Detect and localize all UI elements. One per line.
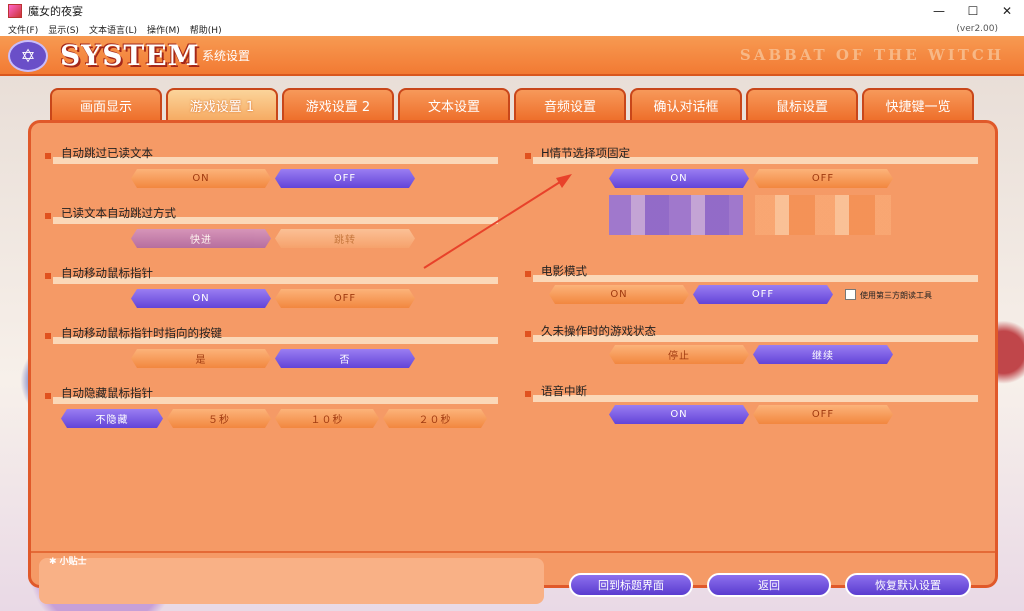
- movie-mode-on-button[interactable]: ON: [549, 285, 689, 304]
- system-subtitle: 系统设置: [202, 49, 251, 63]
- cursor-target-no-button[interactable]: 否: [275, 349, 415, 368]
- system-header: ✡ SYSTEM 系统设置 SABBAT OF THE WITCH: [0, 36, 1024, 76]
- idle-continue-button[interactable]: 继续: [753, 345, 893, 364]
- setting-cursor-target-key: 自动移动鼠标指针时指向的按键 是 否: [45, 326, 498, 377]
- hide-cursor-5s-button[interactable]: ５秒: [167, 409, 271, 428]
- menubar: 文件(F) 显示(S) 文本语言(L) 操作(M) 帮助(H) (ver2.00…: [0, 22, 1024, 36]
- auto-move-cursor-off-button[interactable]: OFF: [275, 289, 415, 308]
- setting-label: 自动隐藏鼠标指针: [61, 386, 153, 400]
- game-area: ✡ SYSTEM 系统设置 SABBAT OF THE WITCH 画面显示 游…: [0, 36, 1024, 611]
- tab-text-settings[interactable]: 文本设置: [398, 88, 510, 120]
- bullet-icon: [525, 271, 531, 277]
- menu-file[interactable]: 文件(F): [8, 23, 38, 36]
- bullet-icon: [45, 153, 51, 159]
- app-icon: [8, 4, 22, 18]
- footer-divider: [31, 551, 995, 553]
- bullet-icon: [45, 213, 51, 219]
- tab-display[interactable]: 画面显示: [50, 88, 162, 120]
- settings-panel: 自动跳过已读文本 ON OFF 已读文本自动跳过方式 快进 跳转 自动移动鼠标指…: [28, 120, 998, 604]
- h-choice-off-button[interactable]: OFF: [753, 169, 893, 188]
- setting-label: 电影模式: [541, 264, 587, 278]
- window-title: 魔女的夜宴: [28, 5, 83, 18]
- bullet-icon: [525, 391, 531, 397]
- third-party-reader-label: 使用第三方朗读工具: [860, 291, 932, 300]
- h-choice-on-button[interactable]: ON: [609, 169, 749, 188]
- hide-cursor-20s-button[interactable]: ２０秒: [383, 409, 487, 428]
- tab-confirm-dialogs[interactable]: 确认对话框: [630, 88, 742, 120]
- tab-shortcut-list[interactable]: 快捷键一览: [862, 88, 974, 120]
- auto-skip-off-button[interactable]: OFF: [275, 169, 415, 188]
- voice-interrupt-on-button[interactable]: ON: [609, 405, 749, 424]
- setting-label: 自动跳过已读文本: [61, 146, 153, 160]
- menu-operation[interactable]: 操作(M): [147, 23, 180, 36]
- setting-auto-skip-read: 自动跳过已读文本 ON OFF: [45, 146, 498, 197]
- bullet-icon: [525, 153, 531, 159]
- section-underline: [533, 275, 978, 282]
- bullet-icon: [45, 393, 51, 399]
- settings-tabs: 画面显示 游戏设置 1 游戏设置 2 文本设置 音频设置 确认对话框 鼠标设置 …: [50, 88, 980, 120]
- window-titlebar: 魔女的夜宴 — ☐ ✕: [0, 0, 1024, 22]
- tips-label: ✱ 小贴士: [49, 557, 87, 567]
- return-to-title-button[interactable]: 回到标题界面: [569, 573, 693, 597]
- idle-stop-button[interactable]: 停止: [609, 345, 749, 364]
- setting-label: 语音中断: [541, 384, 587, 398]
- bullet-icon: [45, 273, 51, 279]
- setting-label: 久未操作时的游戏状态: [541, 324, 656, 338]
- pixelated-option-left: [609, 195, 743, 235]
- back-button[interactable]: 返回: [707, 573, 831, 597]
- maximize-button[interactable]: ☐: [956, 0, 990, 22]
- skip-fast-forward-button[interactable]: 快进: [131, 229, 271, 248]
- tab-game-settings-1[interactable]: 游戏设置 1: [166, 88, 278, 120]
- hide-cursor-10s-button[interactable]: １０秒: [275, 409, 379, 428]
- menu-text-language[interactable]: 文本语言(L): [89, 23, 137, 36]
- close-button[interactable]: ✕: [990, 0, 1024, 22]
- menu-help[interactable]: 帮助(H): [190, 23, 222, 36]
- bullet-icon: [525, 331, 531, 337]
- setting-label: H情节选择项固定: [541, 146, 631, 160]
- tab-game-settings-2[interactable]: 游戏设置 2: [282, 88, 394, 120]
- setting-movie-mode: 电影模式 ON OFF 使用第三方朗读工具: [525, 264, 978, 315]
- skip-jump-button[interactable]: 跳转: [275, 229, 415, 248]
- setting-idle-state: 久未操作时的游戏状态 停止 继续: [525, 324, 978, 375]
- setting-auto-hide-cursor: 自动隐藏鼠标指针 不隐藏 ５秒 １０秒 ２０秒: [45, 386, 498, 437]
- auto-move-cursor-on-button[interactable]: ON: [131, 289, 271, 308]
- section-underline: [533, 395, 978, 402]
- minimize-button[interactable]: —: [922, 0, 956, 22]
- setting-auto-move-cursor: 自动移动鼠标指针 ON OFF: [45, 266, 498, 317]
- setting-voice-interrupt: 语音中断 ON OFF: [525, 384, 978, 435]
- setting-label: 自动移动鼠标指针: [61, 266, 153, 280]
- tips-box: [39, 558, 544, 604]
- cursor-target-yes-button[interactable]: 是: [131, 349, 271, 368]
- setting-label: 已读文本自动跳过方式: [61, 206, 176, 220]
- pentagram-emblem-icon: ✡: [8, 40, 48, 72]
- tab-mouse-settings[interactable]: 鼠标设置: [746, 88, 858, 120]
- tab-audio-settings[interactable]: 音频设置: [514, 88, 626, 120]
- movie-mode-off-button[interactable]: OFF: [693, 285, 833, 304]
- system-logo: SYSTEM: [60, 39, 200, 72]
- voice-interrupt-off-button[interactable]: OFF: [753, 405, 893, 424]
- setting-skip-method: 已读文本自动跳过方式 快进 跳转: [45, 206, 498, 257]
- version-label: (ver2.00): [956, 24, 998, 34]
- setting-label: 自动移动鼠标指针时指向的按键: [61, 326, 222, 340]
- brand-watermark: SABBAT OF THE WITCH: [739, 46, 1004, 64]
- auto-skip-on-button[interactable]: ON: [131, 169, 271, 188]
- third-party-reader-checkbox[interactable]: [845, 289, 856, 300]
- bullet-icon: [45, 333, 51, 339]
- menu-display[interactable]: 显示(S): [48, 23, 79, 36]
- hide-cursor-never-button[interactable]: 不隐藏: [61, 409, 163, 428]
- setting-h-choice-fixed: H情节选择项固定 ON OFF: [525, 146, 978, 257]
- restore-defaults-button[interactable]: 恢复默认设置: [845, 573, 971, 597]
- pixelated-option-right: [755, 195, 891, 235]
